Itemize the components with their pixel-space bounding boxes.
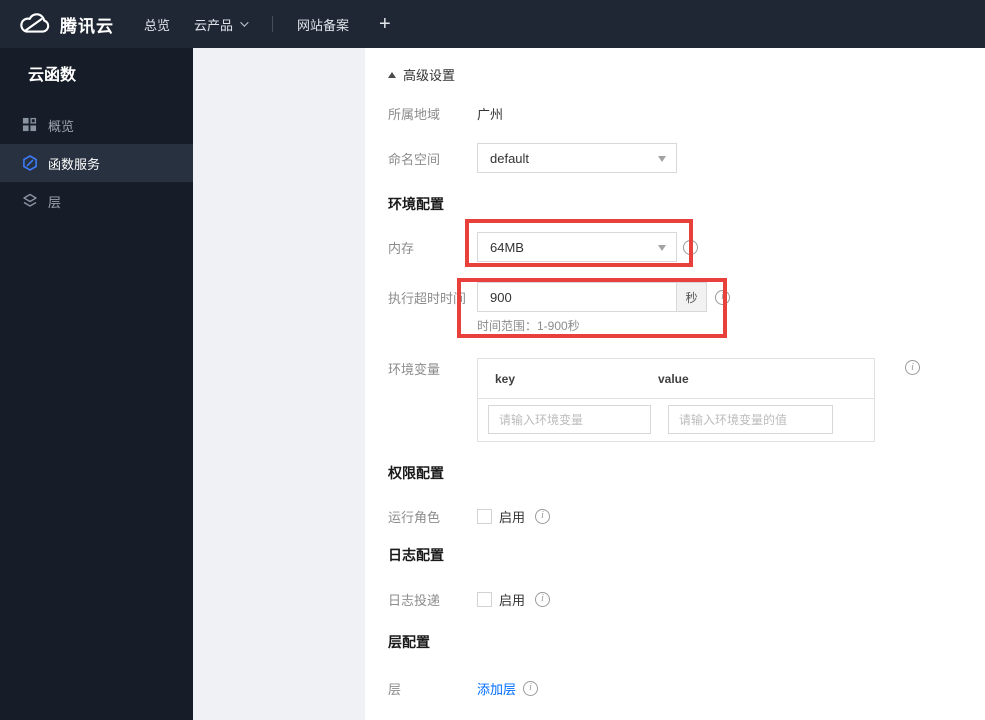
chevron-down-icon bbox=[240, 18, 249, 27]
memory-label: 内存 bbox=[388, 240, 415, 256]
timeout-info-icon[interactable]: i bbox=[715, 289, 730, 305]
timeout-input[interactable] bbox=[477, 282, 677, 312]
advanced-settings-toggle[interactable]: 高级设置 bbox=[388, 65, 455, 84]
chevron-down-icon bbox=[658, 156, 666, 162]
log-config-title: 日志配置 bbox=[388, 547, 444, 563]
run-role-label: 运行角色 bbox=[388, 509, 441, 525]
timeout-row: 执行超时时间 秒 i bbox=[388, 282, 730, 312]
env-vars-info-icon[interactable]: i bbox=[905, 360, 920, 375]
memory-info-icon[interactable]: i bbox=[683, 239, 698, 255]
namespace-row: 命名空间 default bbox=[388, 143, 677, 173]
namespace-selected-value: default bbox=[490, 150, 530, 166]
sidebar-menu: 概览 函数服务 层 bbox=[0, 106, 193, 220]
timeout-label: 执行超时时间 bbox=[388, 290, 467, 306]
log-delivery-label: 日志投递 bbox=[388, 592, 441, 608]
key-column-header: key bbox=[495, 371, 516, 386]
sidebar: 云函数 概览 函数服务 层 bbox=[0, 48, 193, 720]
nav-cloud-products[interactable]: 云产品 bbox=[194, 15, 249, 34]
sidebar-item-label: 函数服务 bbox=[48, 156, 101, 172]
log-delivery-checkbox[interactable] bbox=[477, 591, 492, 607]
chevron-down-icon bbox=[658, 245, 666, 251]
secondary-panel bbox=[193, 48, 365, 720]
function-config-panel: 高级设置 所属地域 广州 命名空间 default 环境配置 内存 64MB i… bbox=[365, 48, 985, 720]
region-value: 广州 bbox=[477, 106, 504, 122]
timeout-unit: 秒 bbox=[677, 282, 707, 312]
sidebar-item-layers[interactable]: 层 bbox=[0, 182, 193, 220]
run-role-info-icon[interactable]: i bbox=[535, 508, 551, 524]
grid-icon bbox=[22, 117, 38, 133]
namespace-select[interactable]: default bbox=[477, 143, 677, 173]
layers-icon bbox=[22, 193, 38, 209]
region-label: 所属地域 bbox=[388, 106, 441, 122]
nav-divider bbox=[272, 16, 274, 32]
sidebar-item-label: 概览 bbox=[48, 118, 75, 134]
env-vars-label: 环境变量 bbox=[388, 362, 441, 377]
layer-label: 层 bbox=[388, 681, 402, 697]
top-nav: 总览 云产品 网站备案 + bbox=[144, 14, 391, 34]
region-row: 所属地域 广州 bbox=[388, 104, 503, 122]
sidebar-item-overview[interactable]: 概览 bbox=[0, 106, 193, 144]
layer-config-title: 层配置 bbox=[388, 634, 430, 650]
sidebar-item-label: 层 bbox=[48, 194, 62, 210]
layer-row: 层 添加层 i bbox=[388, 678, 539, 698]
memory-select[interactable]: 64MB bbox=[477, 232, 677, 262]
namespace-label: 命名空间 bbox=[388, 151, 441, 167]
run-role-row: 运行角色 启用 i bbox=[388, 507, 551, 526]
collapse-caret-icon bbox=[388, 71, 396, 78]
memory-selected-value: 64MB bbox=[490, 239, 524, 255]
run-role-checkbox[interactable] bbox=[477, 508, 492, 524]
log-delivery-row: 日志投递 启用 i bbox=[388, 590, 551, 609]
brand-label: 腾讯云 bbox=[60, 16, 114, 36]
permission-config-title: 权限配置 bbox=[388, 465, 444, 481]
log-delivery-enable-label[interactable]: 启用 bbox=[499, 590, 525, 609]
env-config-title: 环境配置 bbox=[388, 196, 444, 212]
sidebar-item-function-service[interactable]: 函数服务 bbox=[0, 144, 193, 182]
memory-row: 内存 64MB i bbox=[388, 232, 698, 262]
add-layer-link[interactable]: 添加层 bbox=[477, 679, 516, 698]
brand[interactable]: 腾讯云 bbox=[18, 12, 114, 37]
value-column-header: value bbox=[658, 371, 689, 386]
log-delivery-info-icon[interactable]: i bbox=[535, 591, 551, 607]
nav-icp-filing[interactable]: 网站备案 bbox=[297, 15, 349, 34]
env-var-value-input[interactable] bbox=[668, 405, 833, 434]
env-vars-header-row: key value bbox=[478, 359, 874, 399]
env-vars-table: key value bbox=[477, 358, 875, 442]
top-navbar: 腾讯云 总览 云产品 网站备案 + bbox=[0, 0, 985, 48]
timeout-hint: 时间范围：1-900秒 bbox=[477, 319, 580, 333]
nav-overview[interactable]: 总览 bbox=[144, 15, 170, 34]
sidebar-title: 云函数 bbox=[28, 67, 77, 84]
add-layer-info-icon[interactable]: i bbox=[523, 680, 539, 696]
env-var-key-input[interactable] bbox=[488, 405, 651, 434]
tencent-cloud-logo-icon bbox=[18, 12, 51, 37]
env-vars-input-row bbox=[478, 399, 874, 441]
run-role-enable-label[interactable]: 启用 bbox=[499, 507, 525, 526]
function-hexagon-icon bbox=[22, 155, 38, 171]
add-nav-button[interactable]: + bbox=[379, 14, 391, 34]
